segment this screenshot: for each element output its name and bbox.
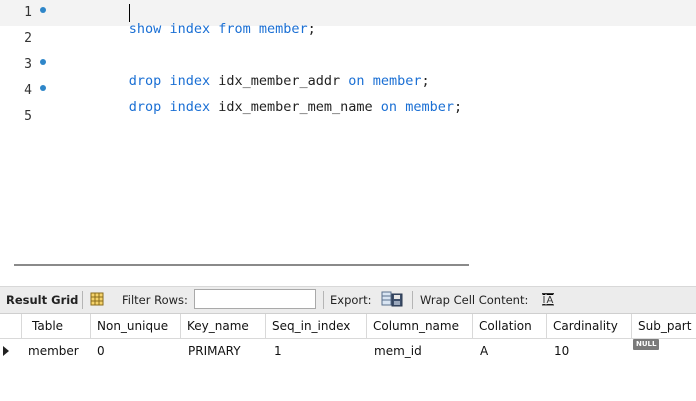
svg-text:I: I [543, 295, 546, 306]
toolbar-separator [323, 291, 324, 309]
line-number: 5 [24, 109, 32, 124]
statement-marker-icon [40, 85, 46, 91]
statement-marker-icon [40, 7, 46, 13]
sql-editor[interactable]: 1 show index from member; 2 3 drop index… [0, 0, 696, 255]
current-row-arrow-icon [3, 346, 9, 356]
cell-column-name[interactable]: mem_id [370, 339, 422, 363]
editor-line-4[interactable]: 4 drop index idx_member_mem_name on memb… [0, 78, 696, 115]
column-header-cardinality[interactable]: Cardinality [547, 314, 632, 338]
column-header-seq-in-index[interactable]: Seq_in_index [266, 314, 367, 338]
grid-view-icon[interactable] [90, 292, 104, 306]
result-toolbar: Result Grid Filter Rows: Export: Wrap Ce… [0, 286, 696, 314]
line-number: 1 [24, 5, 32, 20]
line-number: 2 [24, 31, 32, 46]
cell-table[interactable]: member [24, 339, 79, 363]
panel-splitter-handle[interactable] [14, 264, 469, 266]
column-header-column-name[interactable]: Column_name [367, 314, 473, 338]
cell-non-unique[interactable]: 0 [93, 339, 105, 363]
filter-rows-input[interactable] [194, 289, 316, 309]
cell-seq-in-index[interactable]: 1 [270, 339, 282, 363]
editor-line-1[interactable]: 1 show index from member; [0, 0, 696, 37]
cell-key-name[interactable]: PRIMARY [184, 339, 241, 363]
wrap-cell-content-label: Wrap Cell Content: [420, 293, 529, 307]
editor-line-3[interactable]: 3 drop index idx_member_addr on member; [0, 52, 696, 89]
export-icon[interactable] [381, 291, 403, 308]
export-label: Export: [330, 293, 372, 307]
cell-collation[interactable]: A [476, 339, 488, 363]
result-grid-tab[interactable]: Result Grid [6, 293, 78, 307]
column-header-sub-part[interactable]: Sub_part [632, 314, 696, 338]
line-number: 4 [24, 83, 32, 98]
wrap-cell-icon[interactable]: I A [541, 292, 555, 306]
row-header-gutter [0, 314, 22, 338]
column-header-collation[interactable]: Collation [473, 314, 547, 338]
column-header-non-unique[interactable]: Non_unique [91, 314, 181, 338]
toolbar-separator [412, 291, 413, 309]
editor-line-5[interactable]: 5 [0, 104, 696, 130]
cell-sub-part-null-badge[interactable]: NULL [633, 339, 660, 350]
svg-text:A: A [547, 295, 554, 306]
grid-header-row: Table Non_unique Key_name Seq_in_index C… [0, 314, 696, 339]
column-header-key-name[interactable]: Key_name [181, 314, 266, 338]
editor-line-2[interactable]: 2 [0, 26, 696, 52]
statement-marker-icon [40, 59, 46, 65]
column-header-table[interactable]: Table [26, 314, 91, 338]
filter-rows-label: Filter Rows: [122, 293, 188, 307]
text-cursor [129, 4, 130, 22]
table-row[interactable]: member 0 PRIMARY 1 mem_id A 10 NULL [0, 339, 696, 363]
toolbar-separator [82, 291, 83, 309]
cell-cardinality[interactable]: 10 [550, 339, 569, 363]
line-number: 3 [24, 57, 32, 72]
